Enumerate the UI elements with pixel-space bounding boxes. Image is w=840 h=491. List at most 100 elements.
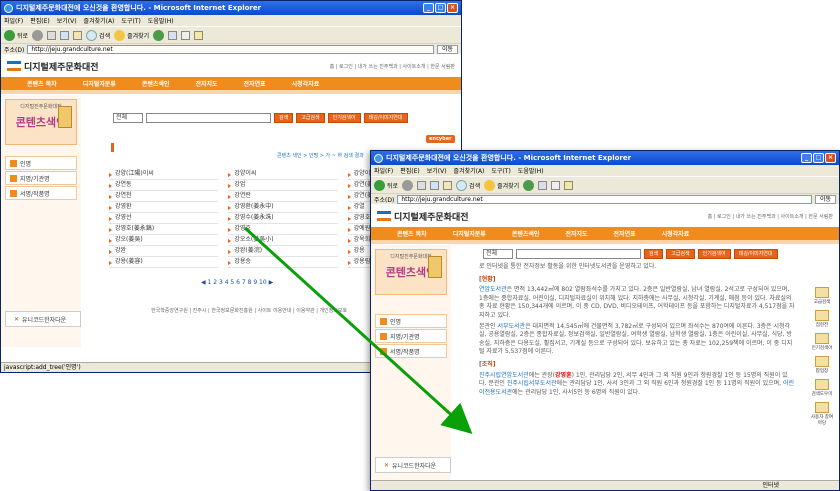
maximize-button[interactable]: □ — [435, 3, 446, 13]
breadcrumb[interactable]: 콘텐츠 색인 > 인명 > 가 ~ 하 검색 결과 — [277, 152, 364, 159]
menu-help[interactable]: 도움말(H) — [518, 166, 544, 175]
unicode-download[interactable]: ✕ 유니코드한자다운 — [375, 457, 451, 473]
quick-participation[interactable]: 사용자 참여마당 — [810, 402, 834, 426]
nav-media[interactable]: 시청각자료 — [292, 79, 320, 88]
link-seobu-library[interactable]: 진주시립서부도서관 — [507, 380, 557, 387]
print-icon[interactable] — [181, 30, 191, 40]
list-item[interactable]: 강영선 — [109, 213, 219, 224]
menu-file[interactable]: 파일(F) — [374, 166, 393, 175]
forward-icon[interactable] — [32, 29, 44, 41]
search-scope-select[interactable]: 전체 — [483, 249, 513, 259]
list-item[interactable]: 강양(江陽)이씨 — [109, 169, 219, 180]
go-button[interactable]: 이동 — [814, 194, 836, 204]
list-item[interactable]: 강연란 — [228, 191, 338, 202]
refresh-icon[interactable] — [430, 180, 440, 190]
encyber-badge[interactable]: encyber — [426, 135, 455, 143]
advanced-search-button[interactable]: 고급검색 — [666, 249, 695, 259]
search-input[interactable] — [516, 249, 641, 259]
advanced-search-button[interactable]: 고급검색 — [296, 113, 325, 123]
search-input[interactable] — [146, 113, 271, 123]
list-item[interactable]: 강연동 — [109, 180, 219, 191]
mail-icon[interactable] — [538, 180, 548, 190]
search-button[interactable]: 검색 — [644, 249, 664, 259]
list-item[interactable]: 강완(姜浣) — [228, 246, 338, 257]
nav-media[interactable]: 시청각자료 — [662, 229, 690, 238]
sidebar-item-place[interactable]: 지명/기관명 — [375, 329, 447, 343]
list-item[interactable]: 강용(姜容) — [109, 257, 219, 268]
popular-keywords-button[interactable]: 인기검색어 — [697, 249, 731, 259]
mail-icon[interactable] — [168, 30, 178, 40]
minimize-button[interactable]: _ — [423, 3, 434, 13]
nav-timeline[interactable]: 전자연표 — [614, 229, 636, 238]
favorites-button[interactable]: 즐겨찾기 — [114, 29, 149, 41]
quick-popular[interactable]: 인기검색어 — [810, 333, 834, 351]
nav-category[interactable]: 디지털지분류 — [453, 229, 486, 238]
title-bar[interactable]: 디지털제주문화대전에 오신것을 환영합니다. - Microsoft Inter… — [1, 1, 461, 15]
forward-icon[interactable] — [402, 179, 414, 191]
close-button[interactable]: × — [825, 153, 836, 163]
menu-favorites[interactable]: 즐겨찾기(A) — [84, 16, 115, 25]
list-item[interactable]: 강오소(姜吳小) — [228, 235, 338, 246]
stop-icon[interactable] — [47, 30, 57, 40]
nav-map[interactable]: 전자지도 — [195, 79, 217, 88]
nav-timeline[interactable]: 전자연표 — [244, 79, 266, 88]
quick-popup[interactable]: 팝업창 — [810, 356, 834, 374]
back-button[interactable]: 뒤로 — [374, 179, 398, 191]
menu-tools[interactable]: 도구(T) — [121, 16, 140, 25]
list-item[interactable]: 강영수(姜永洙) — [228, 213, 338, 224]
sidebar-item-place[interactable]: 지명/기관명 — [5, 171, 77, 185]
history-icon[interactable] — [523, 179, 535, 191]
pagination[interactable]: ◀ 1 2 3 4 5 6 7 8 9 10 ▶ — [201, 279, 273, 286]
list-item[interactable]: 강영호 — [228, 224, 338, 235]
menu-favorites[interactable]: 즐겨찾기(A) — [454, 166, 485, 175]
link-yeonam-library[interactable]: 연암도서관 — [479, 286, 507, 293]
refresh-icon[interactable] — [60, 30, 70, 40]
close-button[interactable]: × — [447, 3, 458, 13]
search-button[interactable]: 검색 — [456, 179, 480, 191]
nav-map[interactable]: 전자지도 — [565, 229, 587, 238]
search-button[interactable]: 검색 — [86, 29, 110, 41]
stop-icon[interactable] — [417, 180, 427, 190]
top-links[interactable]: 홈 | 로그인 | 내가 쓰는 진주백과 | 사이트소개 | 한문 서림판 — [330, 63, 455, 70]
nav-index[interactable]: 콘텐츠색인 — [512, 229, 540, 238]
go-button[interactable]: 이동 — [436, 44, 458, 54]
site-logo[interactable]: 디지털제주문화대전 — [377, 210, 469, 223]
popular-keywords-button[interactable]: 인기검색어 — [327, 113, 361, 123]
list-item[interactable]: 강오(姜吳) — [109, 235, 219, 246]
print-icon[interactable] — [551, 180, 561, 190]
list-item[interactable]: 강용승 — [228, 257, 338, 268]
address-input[interactable]: http://jeju.grandculture.net — [27, 44, 434, 54]
favorites-button[interactable]: 즐겨찾기 — [484, 179, 519, 191]
menu-edit[interactable]: 편집(E) — [400, 166, 420, 175]
link-seobu-library[interactable]: 서부도서관 — [497, 323, 525, 330]
menu-tools[interactable]: 도구(T) — [491, 166, 510, 175]
list-item[interactable]: 강업 — [228, 180, 338, 191]
menu-file[interactable]: 파일(F) — [4, 16, 23, 25]
minimize-button[interactable]: _ — [801, 153, 812, 163]
list-item[interactable]: 강영환 — [109, 202, 219, 213]
quick-help[interactable]: 검색도우미 — [810, 379, 834, 397]
folder-icon[interactable] — [194, 30, 204, 40]
title-bar[interactable]: 디지털제주문화대전에 오신것을 환영합니다. - Microsoft Inter… — [371, 151, 839, 165]
top-links[interactable]: 홈 | 로그인 | 내가 쓰는 진주백과 | 사이트소개 | 한문 서림판 — [708, 213, 833, 220]
menu-view[interactable]: 보기(V) — [57, 16, 77, 25]
site-logo[interactable]: 디지털제주문화대전 — [7, 60, 99, 73]
home-icon[interactable] — [73, 30, 83, 40]
quick-jiphyeonjeon[interactable]: 집현전 — [810, 310, 834, 328]
back-button[interactable]: 뒤로 — [4, 29, 28, 41]
link-yeonam-library[interactable]: 진주시립연암도서관 — [479, 372, 529, 379]
history-icon[interactable] — [153, 29, 165, 41]
list-item[interactable]: 강양이씨 — [228, 169, 338, 180]
browser-window-front[interactable]: 디지털제주문화대전에 오신것을 환영합니다. - Microsoft Inter… — [370, 150, 840, 491]
list-item[interactable]: 강영환(姜永中) — [228, 202, 338, 213]
sidebar-item-work[interactable]: 서명/작품명 — [5, 186, 77, 200]
sidebar-item-person[interactable]: 인명 — [5, 156, 77, 170]
maximize-button[interactable]: □ — [813, 153, 824, 163]
list-item[interactable]: 강연천 — [109, 191, 219, 202]
search-scope-select[interactable]: 전체 — [113, 113, 143, 123]
tag-button[interactable]: 태깅/이미지연대 — [733, 249, 778, 259]
unicode-download[interactable]: ✕ 유니코드한자다운 — [5, 311, 81, 327]
sidebar-item-person[interactable]: 인명 — [375, 314, 447, 328]
menu-view[interactable]: 보기(V) — [427, 166, 447, 175]
home-icon[interactable] — [443, 180, 453, 190]
